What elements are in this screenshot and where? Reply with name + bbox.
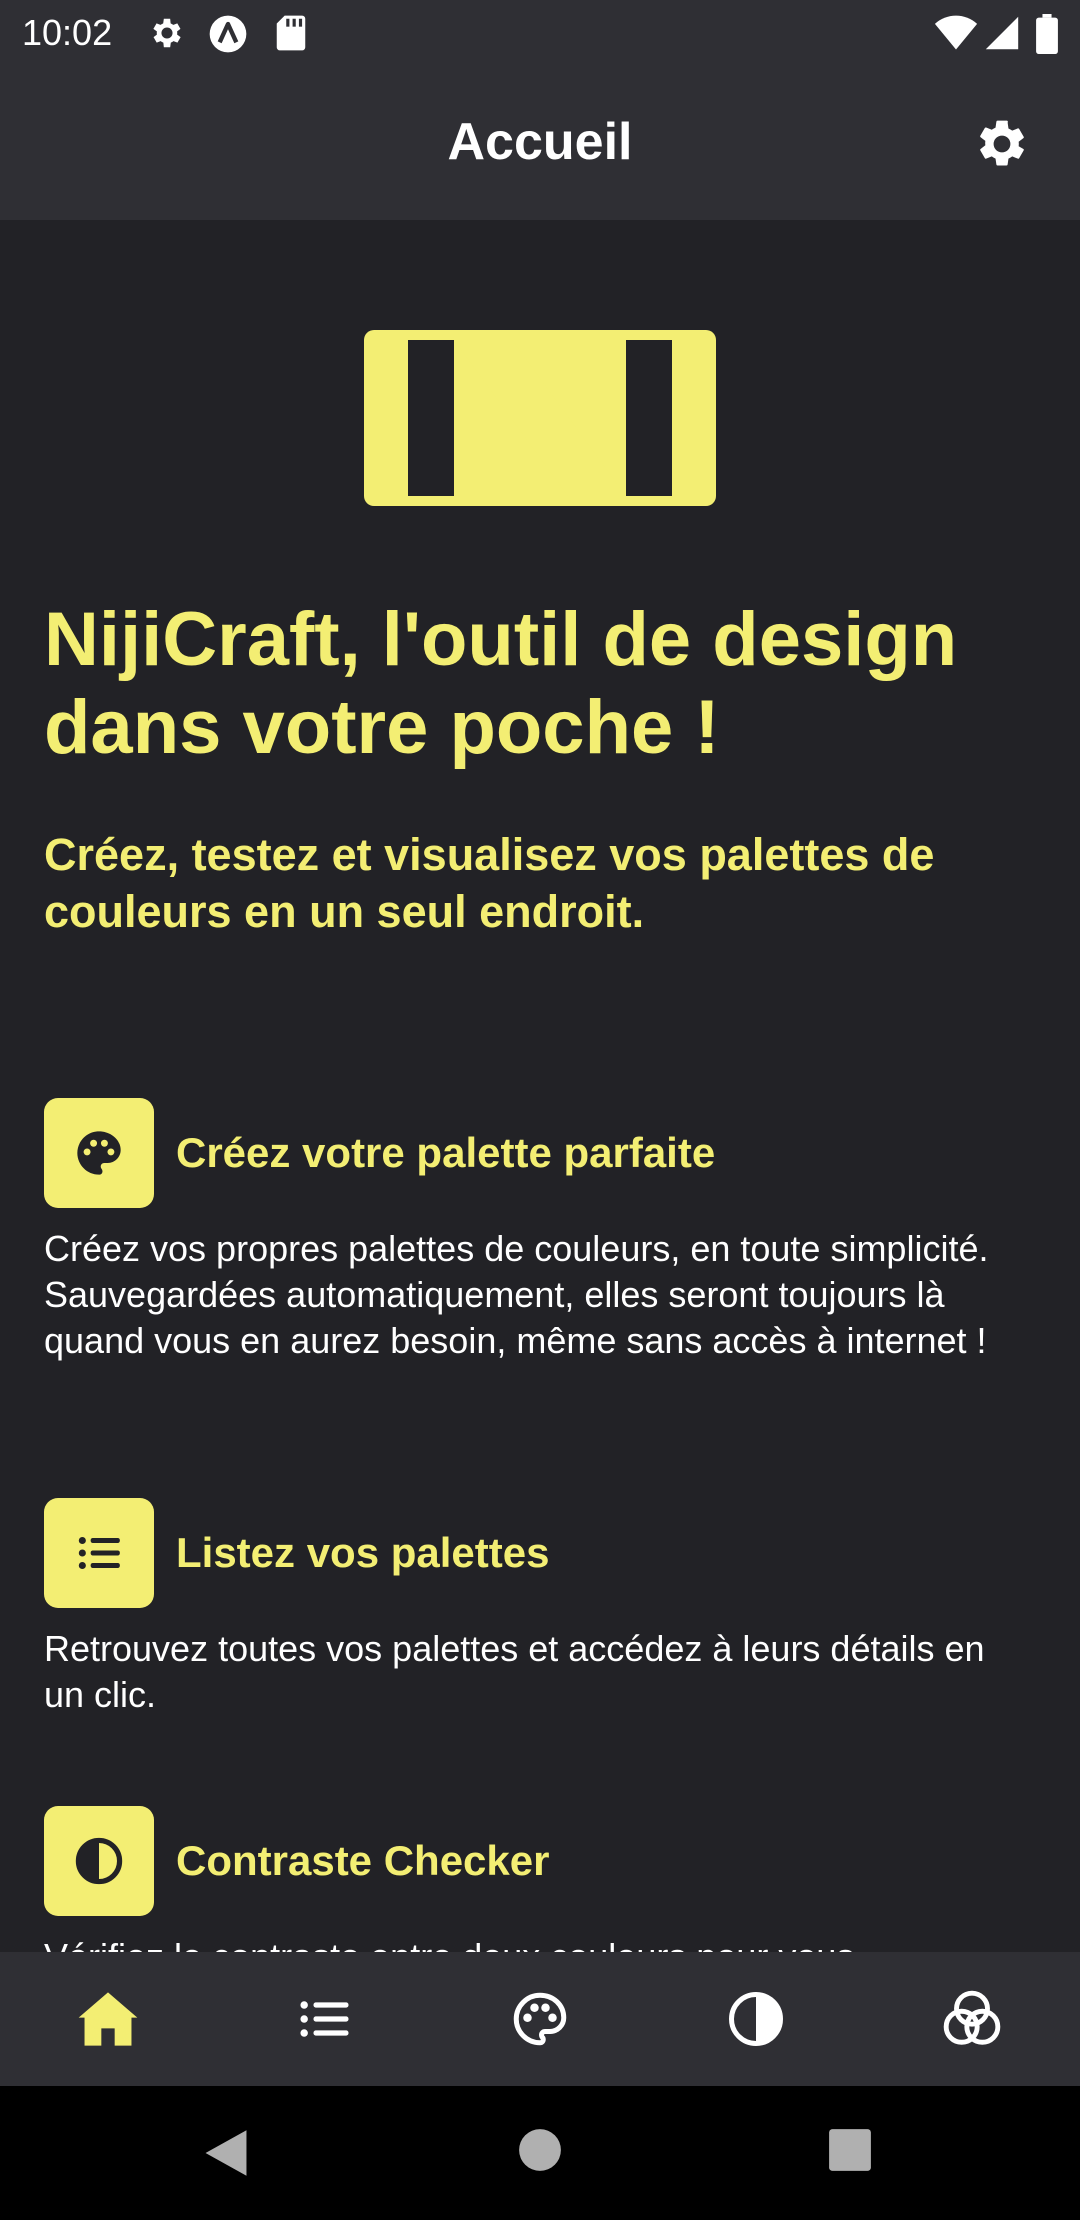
recents-icon[interactable] — [828, 2128, 872, 2172]
feature-description: Créez vos propres palettes de couleurs, … — [44, 1228, 989, 1361]
home-content[interactable]: NijiCraft, l'outil de design dans votre … — [0, 220, 1080, 1952]
home-icon — [78, 1992, 138, 2046]
gear-icon — [980, 120, 1024, 166]
battery-icon — [1036, 14, 1058, 54]
feature-title: Créez votre palette parfaite — [176, 1129, 716, 1176]
nav-item-contrast[interactable] — [696, 1969, 816, 2069]
status-time: 10:02 — [22, 12, 113, 53]
bottom-navigation — [0, 1952, 1080, 2086]
feature-title: Listez vos palettes — [176, 1529, 550, 1576]
feature-description: Retrouvez toutes vos palettes et accédez… — [44, 1628, 985, 1715]
contrast-icon — [728, 1991, 784, 2047]
feature-list-palettes: Listez vos palettes Retrouvez toutes vos… — [44, 1498, 1044, 1718]
sd-card-icon — [276, 15, 306, 51]
feature-contrast-checker: Contraste Checker Vérifiez le contraste … — [44, 1806, 1044, 1952]
nav-item-color-blend[interactable] — [912, 1969, 1032, 2069]
feature-icon-box — [44, 1806, 154, 1916]
list-icon — [78, 1536, 120, 1570]
system-navigation-bar — [0, 2086, 1080, 2220]
nav-item-palette[interactable] — [480, 1969, 600, 2069]
nav-item-list[interactable] — [264, 1969, 384, 2069]
gear-icon — [153, 18, 181, 48]
feature-icon-box — [44, 1498, 154, 1608]
feature-title: Contraste Checker — [176, 1837, 550, 1884]
a-logo-icon — [209, 15, 247, 53]
signal-icon — [985, 16, 1019, 50]
wifi-icon — [934, 15, 978, 50]
feature-create-palette: Créez votre palette parfaite Créez vos p… — [44, 1098, 1044, 1364]
hero-subtitle: Créez, testez et visualisez vos palettes… — [44, 829, 935, 937]
home-circle-icon[interactable] — [518, 2128, 562, 2172]
back-icon[interactable] — [202, 2128, 250, 2178]
app-bar: Accueil — [0, 66, 1080, 220]
page-title: Accueil — [447, 113, 633, 171]
color-blend-icon — [943, 1990, 1001, 2045]
list-icon — [300, 2001, 349, 2037]
palette-icon — [513, 1992, 567, 2046]
hero-title: NijiCraft, l'outil de design dans votre … — [44, 597, 958, 770]
feature-description: Vérifiez le contraste entre deux couleur… — [44, 1934, 1024, 1952]
contrast-icon — [75, 1837, 123, 1885]
app-screen: 10:02 Accueil NijiCraft, l'outil de desi… — [0, 0, 1080, 2220]
nijicraft-logo-icon — [364, 330, 716, 506]
feature-icon-box — [44, 1098, 154, 1208]
settings-button[interactable] — [974, 116, 1030, 172]
nav-item-home[interactable] — [48, 1969, 168, 2069]
palette-icon — [77, 1131, 121, 1175]
status-bar: 10:02 — [0, 0, 1080, 66]
